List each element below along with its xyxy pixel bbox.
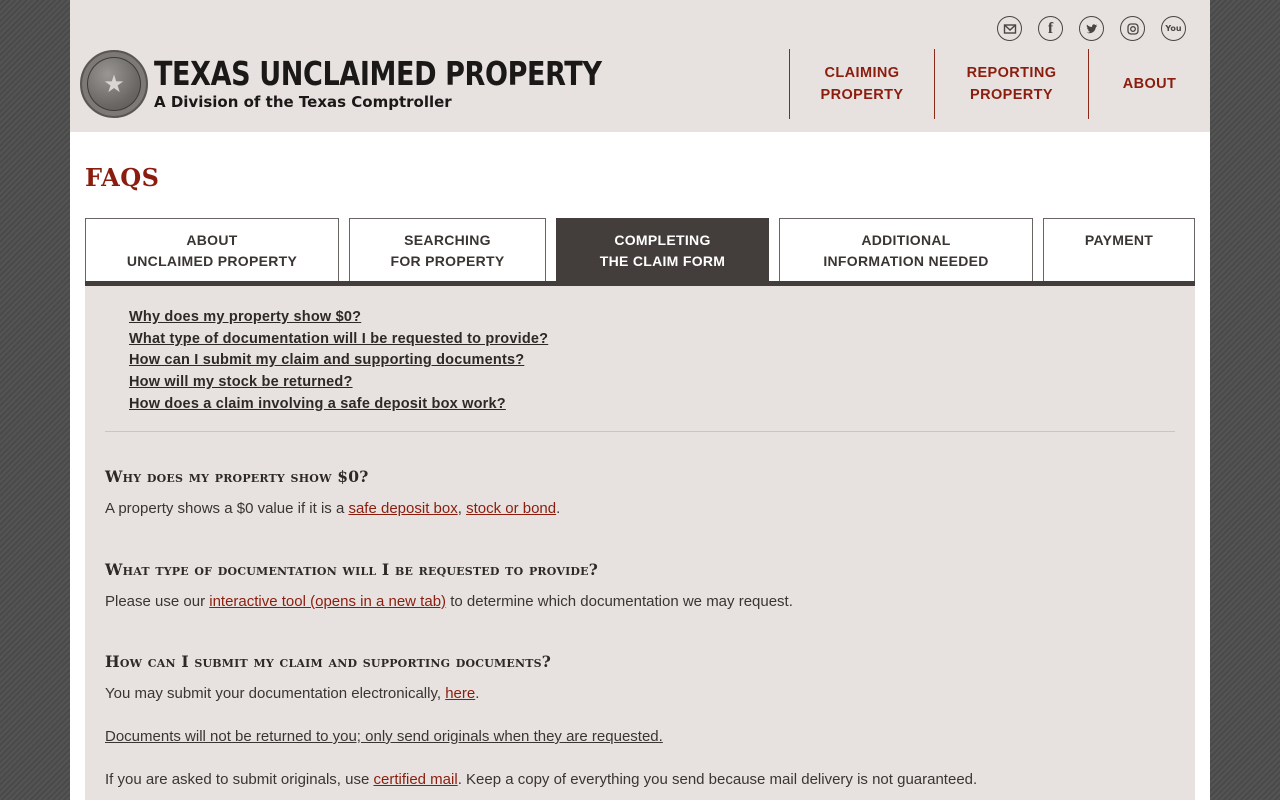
- site-header: f You ★ TEXAS UNCLAIMED PROPERTY A Divis…: [70, 0, 1210, 132]
- tab-label-line1: ADDITIONAL: [861, 232, 951, 248]
- tab-panel: Why does my property show $0? What type …: [85, 286, 1195, 800]
- nav-claiming-line2: PROPERTY: [820, 87, 904, 103]
- interactive-tool-link[interactable]: interactive tool (opens in a new tab): [209, 593, 446, 610]
- tab-completing-the-claim-form[interactable]: COMPLETING THE CLAIM FORM: [556, 218, 769, 285]
- answer-text: If you are asked to submit originals, us…: [105, 770, 1175, 790]
- question-heading: Why does my property show $0?: [105, 467, 369, 486]
- logo-subtitle: A Division of the Texas Comptroller: [154, 93, 452, 112]
- jump-link-property-zero[interactable]: Why does my property show $0?: [129, 309, 361, 325]
- faq-section-property-zero: Why does my property show $0? A property…: [105, 467, 1175, 519]
- answer-text-part: .: [475, 685, 480, 702]
- page-container: f You ★ TEXAS UNCLAIMED PROPERTY A Divis…: [70, 0, 1210, 800]
- list-item: What type of documentation will I be req…: [129, 328, 548, 350]
- tab-label-line1: COMPLETING: [614, 232, 711, 248]
- tab-additional-information-needed[interactable]: ADDITIONAL INFORMATION NEEDED: [779, 218, 1033, 282]
- logo-text: TEXAS UNCLAIMED PROPERTY A Division of t…: [154, 53, 602, 112]
- list-item: How can I submit my claim and supporting…: [129, 349, 548, 371]
- faq-section-documentation: What type of documentation will I be req…: [105, 560, 1175, 612]
- tab-label-line2: THE CLAIM FORM: [599, 253, 726, 269]
- jump-link-safe-deposit-box[interactable]: How does a claim involving a safe deposi…: [129, 396, 506, 412]
- answer-text: A property shows a $0 value if it is a s…: [105, 499, 1175, 519]
- instagram-icon[interactable]: [1120, 16, 1145, 41]
- list-item: How does a claim involving a safe deposi…: [129, 393, 548, 415]
- social-links: f You: [997, 16, 1186, 41]
- twitter-icon[interactable]: [1079, 16, 1104, 41]
- facebook-glyph: f: [1047, 19, 1054, 37]
- logo-title: TEXAS UNCLAIMED PROPERTY: [154, 53, 602, 93]
- youtube-icon[interactable]: You: [1161, 16, 1186, 41]
- tab-searching-for-property[interactable]: SEARCHING FOR PROPERTY: [349, 218, 546, 282]
- list-item: Why does my property show $0?: [129, 306, 548, 328]
- nav-reporting-line1: REPORTING: [966, 65, 1057, 81]
- answer-text-part: . Keep a copy of everything you send bec…: [457, 771, 978, 788]
- youtube-glyph: You: [1165, 24, 1182, 33]
- answer-text-part: If you are asked to submit originals, us…: [105, 771, 374, 788]
- faq-section-submit-claim: How can I submit my claim and supporting…: [105, 652, 1175, 790]
- answer-text-part: .: [556, 500, 561, 517]
- comptroller-seal-icon: ★: [80, 50, 148, 118]
- jump-link-stock-returned[interactable]: How will my stock be returned?: [129, 374, 353, 390]
- answer-text-part: Please use our: [105, 593, 210, 610]
- divider: [105, 431, 1175, 432]
- main-nav: CLAIMING PROPERTY REPORTING PROPERTY ABO…: [789, 49, 1210, 119]
- question-heading: How can I submit my claim and supporting…: [105, 652, 552, 671]
- tab-payment[interactable]: PAYMENT: [1043, 218, 1195, 282]
- star-icon: ★: [103, 70, 125, 98]
- email-icon[interactable]: [997, 16, 1022, 41]
- submit-here-link[interactable]: here: [445, 685, 475, 702]
- list-item: How will my stock be returned?: [129, 371, 548, 393]
- question-heading: What type of documentation will I be req…: [105, 560, 599, 579]
- nav-reporting-property[interactable]: REPORTING PROPERTY: [934, 49, 1088, 119]
- tab-about-unclaimed-property[interactable]: ABOUT UNCLAIMED PROPERTY: [85, 218, 339, 282]
- tab-label-line2: UNCLAIMED PROPERTY: [126, 253, 298, 269]
- answer-text-part: to determine which documentation we may …: [446, 593, 793, 610]
- answer-text-part: You may submit your documentation electr…: [105, 685, 446, 702]
- page-title: FAQS: [85, 163, 160, 192]
- safe-deposit-box-link[interactable]: safe deposit box: [348, 500, 457, 517]
- answer-separator: ,: [457, 500, 467, 517]
- certified-mail-link[interactable]: certified mail: [373, 771, 457, 788]
- answer-text: Please use our interactive tool (opens i…: [105, 592, 1175, 612]
- tab-label-line1: ABOUT: [186, 232, 238, 248]
- nav-reporting-line2: PROPERTY: [970, 87, 1053, 103]
- jump-link-submit-claim[interactable]: How can I submit my claim and supporting…: [129, 352, 524, 368]
- nav-about[interactable]: ABOUT: [1088, 49, 1210, 119]
- site-logo[interactable]: ★ TEXAS UNCLAIMED PROPERTY A Division of…: [80, 50, 602, 118]
- question-jump-list: Why does my property show $0? What type …: [129, 306, 548, 414]
- tab-label-line1: PAYMENT: [1084, 232, 1154, 248]
- nav-claiming-property[interactable]: CLAIMING PROPERTY: [789, 49, 934, 119]
- tab-label-line2: FOR PROPERTY: [390, 253, 505, 269]
- stock-or-bond-link[interactable]: stock or bond: [466, 500, 556, 517]
- faq-tabs: ABOUT UNCLAIMED PROPERTY SEARCHING FOR P…: [85, 218, 1195, 286]
- tab-label-line2: INFORMATION NEEDED: [823, 253, 989, 269]
- jump-link-documentation[interactable]: What type of documentation will I be req…: [129, 331, 548, 347]
- nav-claiming-line1: CLAIMING: [824, 65, 900, 81]
- facebook-icon[interactable]: f: [1038, 16, 1063, 41]
- originals-notice: Documents will not be returned to you; o…: [105, 728, 663, 745]
- tab-label-line1: SEARCHING: [404, 232, 491, 248]
- answer-text-part: A property shows a $0 value if it is a: [105, 500, 349, 517]
- answer-text: You may submit your documentation electr…: [105, 684, 1175, 704]
